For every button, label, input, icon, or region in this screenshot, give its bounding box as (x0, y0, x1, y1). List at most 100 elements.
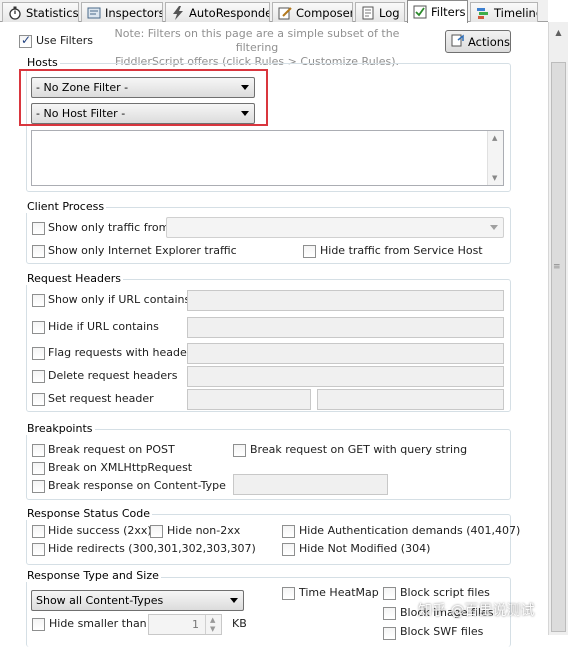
set-header-checkbox[interactable] (32, 393, 45, 406)
chevron-down-icon (241, 111, 249, 116)
scroll-up-icon: ▲ (492, 134, 498, 142)
tab-label: AutoResponder (189, 5, 270, 20)
block-swf-checkbox[interactable] (383, 627, 396, 640)
tab-label: Timeline (494, 5, 537, 20)
set-header-name-input[interactable] (187, 389, 311, 410)
host-filter-select[interactable]: - No Host Filter - (31, 103, 255, 124)
show-traffic-from-checkbox[interactable] (32, 222, 45, 235)
scroll-thumb[interactable] (551, 62, 566, 632)
flag-headers-input[interactable] (187, 343, 504, 364)
hosts-list-scrollbar[interactable]: ▲ ▼ (487, 131, 503, 185)
zone-filter-select[interactable]: - No Zone Filter - (31, 77, 255, 98)
hide-smaller-label: Hide smaller than (49, 617, 147, 630)
break-post-checkbox[interactable] (32, 444, 45, 457)
delete-headers-label: Delete request headers (48, 369, 178, 382)
time-heatmap-checkbox[interactable] (282, 587, 295, 600)
break-response-label: Break response on Content-Type (48, 479, 226, 492)
hide-non2xx-label: Hide non-2xx (167, 524, 241, 537)
tab-label: Composer (296, 5, 353, 20)
hide-redirects-checkbox[interactable] (32, 543, 45, 556)
hide-smaller-checkbox[interactable] (32, 618, 45, 631)
inspectors-icon (86, 5, 101, 20)
request-headers-title: Request Headers (25, 272, 123, 285)
break-content-type-input[interactable] (233, 474, 388, 495)
time-heatmap-label: Time HeatMap (299, 586, 379, 599)
hide-url-label: Hide if URL contains (48, 320, 159, 333)
tab-filters[interactable]: Filters (407, 0, 468, 23)
break-get-checkbox[interactable] (233, 444, 246, 457)
vertical-scrollbar[interactable]: ▲ ≡ (548, 22, 568, 635)
chevron-down-icon (230, 598, 238, 603)
hide-success-label: Hide success (2xx) (48, 524, 152, 537)
checkbox-icon (412, 5, 427, 20)
tab-strip: Statistics Inspectors AutoResponder Comp… (0, 0, 548, 23)
tab-label: Inspectors (105, 5, 163, 20)
actions-icon (451, 33, 465, 50)
tab-inspectors[interactable]: Inspectors (81, 2, 163, 22)
set-header-value-input[interactable] (317, 389, 504, 410)
process-select[interactable] (166, 217, 504, 238)
hosts-list-textarea[interactable]: ▲ ▼ (31, 130, 504, 186)
flag-headers-checkbox[interactable] (32, 347, 45, 360)
actions-button[interactable]: Actions (445, 30, 511, 53)
tab-label: Filters (431, 5, 466, 19)
block-script-checkbox[interactable] (383, 587, 396, 600)
hide-non2xx-checkbox[interactable] (150, 525, 163, 538)
url-contains-checkbox[interactable] (32, 294, 45, 307)
use-filters-checkbox[interactable] (19, 33, 32, 48)
stepper-arrows[interactable]: ▲ ▼ (205, 615, 221, 634)
response-type-title: Response Type and Size (25, 569, 161, 582)
show-ie-checkbox[interactable] (32, 245, 45, 258)
breakpoints-title: Breakpoints (25, 422, 95, 435)
hide-auth-checkbox[interactable] (282, 525, 295, 538)
host-filter-value: - No Host Filter - (36, 107, 126, 120)
delete-headers-checkbox[interactable] (32, 370, 45, 383)
size-unit-label: KB (232, 617, 247, 630)
watermark-text: 知乎 @百里说测试 (418, 603, 535, 619)
tab-label: Log (379, 5, 400, 20)
break-xhr-label: Break on XMLHttpRequest (48, 461, 193, 474)
block-script-label: Block script files (400, 586, 490, 599)
actions-label: Actions (468, 34, 511, 49)
delete-headers-input[interactable] (187, 366, 504, 387)
hide-url-checkbox[interactable] (32, 321, 45, 334)
break-response-checkbox[interactable] (32, 480, 45, 493)
hide-not-modified-label: Hide Not Modified (304) (299, 542, 431, 555)
url-contains-label: Show only if URL contains (48, 293, 191, 306)
hide-service-host-checkbox[interactable] (303, 245, 316, 258)
break-post-label: Break request on POST (48, 443, 175, 456)
size-stepper[interactable]: 1 ▲ ▼ (148, 614, 222, 635)
hide-auth-label: Hide Authentication demands (401,407) (299, 524, 521, 537)
hide-not-modified-checkbox[interactable] (282, 543, 295, 556)
timeline-icon (475, 5, 490, 20)
block-image-checkbox[interactable] (383, 607, 396, 620)
hide-success-checkbox[interactable] (32, 525, 45, 538)
url-contains-input[interactable] (187, 290, 504, 311)
hide-redirects-label: Hide redirects (300,301,302,303,307) (48, 542, 256, 555)
scroll-up-icon[interactable]: ▲ (549, 24, 568, 41)
stepper-down-icon[interactable]: ▼ (210, 620, 215, 639)
break-xhr-checkbox[interactable] (32, 462, 45, 475)
show-traffic-from-label: Show only traffic from (48, 221, 170, 234)
status-code-group (26, 514, 511, 565)
content-types-select[interactable]: Show all Content-Types (31, 590, 244, 611)
tab-autoresponder[interactable]: AutoResponder (165, 2, 270, 22)
block-swf-label: Block SWF files (400, 625, 484, 638)
tab-composer[interactable]: Composer (272, 2, 353, 22)
flag-headers-label: Flag requests with headers (48, 346, 197, 359)
filters-note-line1: Note: Filters on this page are a simple … (114, 27, 400, 54)
break-get-label: Break request on GET with query string (250, 443, 468, 456)
hosts-title: Hosts (25, 56, 60, 69)
tab-timeline[interactable]: Timeline (470, 2, 538, 22)
hide-url-input[interactable] (187, 317, 504, 338)
chevron-down-icon (490, 225, 498, 230)
tab-label: Statistics (26, 5, 79, 20)
use-filters-label: Use Filters (36, 34, 94, 47)
tab-statistics[interactable]: Statistics (2, 2, 79, 22)
status-code-title: Response Status Code (25, 507, 153, 520)
client-process-title: Client Process (25, 200, 107, 213)
log-icon (360, 5, 375, 20)
zone-filter-value: - No Zone Filter - (36, 81, 129, 94)
size-value: 1 (192, 618, 199, 631)
tab-log[interactable]: Log (355, 2, 405, 22)
